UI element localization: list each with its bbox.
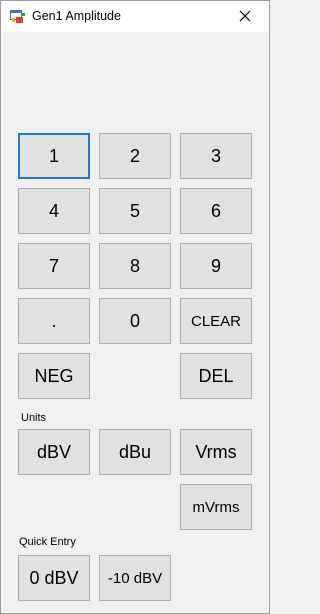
digit-0-button[interactable]: 0 bbox=[99, 298, 171, 344]
digit-5-button[interactable]: 5 bbox=[99, 188, 171, 234]
digit-8-button[interactable]: 8 bbox=[99, 243, 171, 289]
title-bar: Gen1 Amplitude bbox=[1, 1, 269, 32]
unit-mvrms-button[interactable]: mVrms bbox=[180, 484, 252, 530]
window-title: Gen1 Amplitude bbox=[32, 9, 121, 23]
form-window-icon bbox=[10, 9, 26, 25]
quick-minus10-dbv-button[interactable]: -10 dBV bbox=[99, 555, 171, 601]
amplitude-dialog: Gen1 Amplitude 1 2 3 4 5 6 7 8 9 . 0 CLE… bbox=[0, 0, 270, 614]
unit-dbv-button[interactable]: dBV bbox=[18, 429, 90, 475]
negate-button[interactable]: NEG bbox=[18, 353, 90, 399]
digit-6-button[interactable]: 6 bbox=[180, 188, 252, 234]
unit-vrms-button[interactable]: Vrms bbox=[180, 429, 252, 475]
digit-1-button[interactable]: 1 bbox=[18, 133, 90, 179]
delete-button[interactable]: DEL bbox=[180, 353, 252, 399]
digit-3-button[interactable]: 3 bbox=[180, 133, 252, 179]
quick-entry-label: Quick Entry bbox=[19, 536, 76, 548]
digit-4-button[interactable]: 4 bbox=[18, 188, 90, 234]
units-label: Units bbox=[21, 412, 47, 424]
close-button[interactable] bbox=[223, 1, 269, 32]
digit-7-button[interactable]: 7 bbox=[18, 243, 90, 289]
unit-dbu-button[interactable]: dBu bbox=[99, 429, 171, 475]
quick-0-dbv-button[interactable]: 0 dBV bbox=[18, 555, 90, 601]
decimal-point-button[interactable]: . bbox=[18, 298, 90, 344]
digit-9-button[interactable]: 9 bbox=[180, 243, 252, 289]
digit-2-button[interactable]: 2 bbox=[99, 133, 171, 179]
clear-button[interactable]: CLEAR bbox=[180, 298, 252, 344]
close-icon bbox=[239, 10, 251, 22]
